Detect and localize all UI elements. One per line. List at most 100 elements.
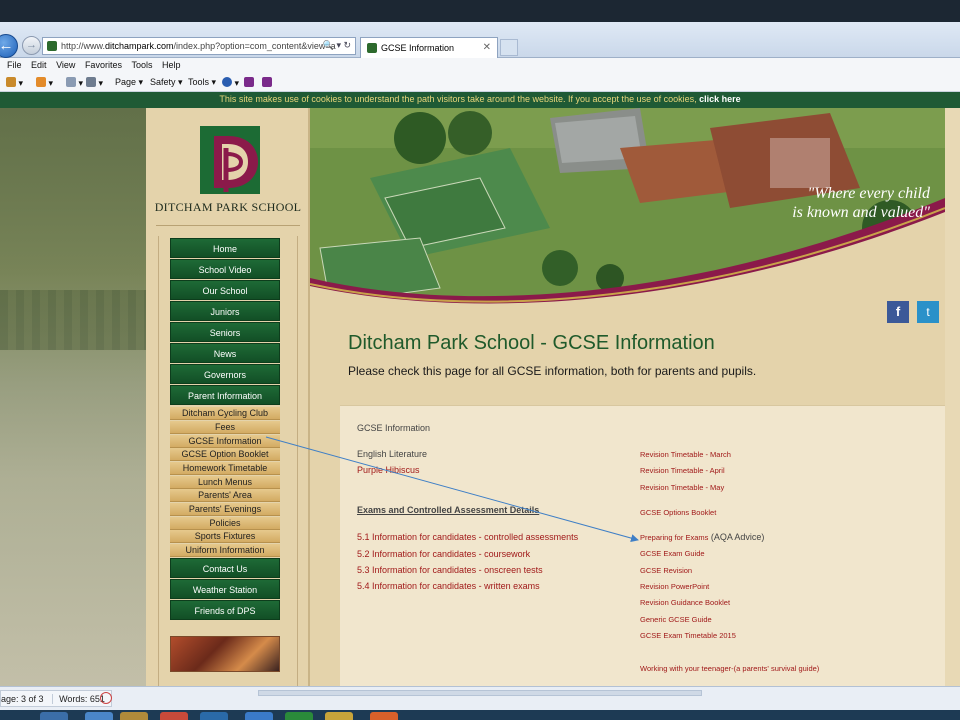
nav-our-school[interactable]: Our School	[170, 280, 280, 300]
nav-home[interactable]: Home	[170, 238, 280, 258]
logo-divider	[156, 225, 300, 226]
nav-sub-sports-fixtures[interactable]: Sports Fixtures	[170, 530, 280, 543]
cookie-banner: This site makes use of cookies to unders…	[0, 92, 960, 108]
nav-juniors[interactable]: Juniors	[170, 301, 280, 321]
address-tools-icon[interactable]: 🔍 ▾ ↻	[323, 40, 351, 51]
exam-guide-link[interactable]: GCSE Exam Guide	[640, 549, 705, 558]
taskbar-word-icon[interactable]	[245, 712, 273, 720]
revision-may-link[interactable]: Revision Timetable - May	[640, 483, 724, 492]
taskbar-explorer-icon[interactable]	[120, 712, 148, 720]
nav-contact-us[interactable]: Contact Us	[170, 558, 280, 578]
nav-news[interactable]: News	[170, 343, 280, 363]
nav-governors[interactable]: Governors	[170, 364, 280, 384]
safety-menu[interactable]: Safety ▾	[150, 77, 183, 88]
nav-sub-policies[interactable]: Policies	[170, 517, 280, 530]
nav-sub-gcse-option-booklet[interactable]: GCSE Option Booklet	[170, 448, 280, 461]
taskbar-app-icon[interactable]	[200, 712, 228, 720]
purple-hibiscus-link[interactable]: Purple Hibiscus	[357, 465, 420, 475]
twitter-icon[interactable]: t	[917, 301, 939, 323]
nav-weather-station[interactable]: Weather Station	[170, 579, 280, 599]
gcse-revision-link[interactable]: GCSE Revision	[640, 566, 692, 575]
back-button[interactable]: ←	[0, 34, 18, 58]
taskbar-media-icon[interactable]	[160, 712, 188, 720]
school-logo-icon[interactable]	[200, 126, 260, 194]
page-right-margin	[945, 108, 960, 686]
revision-guidance-link[interactable]: Revision Guidance Booklet	[640, 598, 730, 607]
nav-seniors[interactable]: Seniors	[170, 322, 280, 342]
tab-close-icon[interactable]: ✕	[483, 42, 491, 53]
site-favicon-icon	[47, 41, 57, 51]
panel-heading: GCSE Information	[357, 423, 431, 433]
candidates-controlled-link[interactable]: 5.1 Information for candidates - control…	[357, 532, 578, 542]
menu-file[interactable]: File	[7, 60, 22, 70]
tab-gcse-information[interactable]: GCSE Information ✕	[360, 37, 498, 58]
forward-button[interactable]: →	[22, 36, 41, 55]
gcse-info-panel	[340, 405, 945, 686]
nav-sub-parents-area[interactable]: Parents' Area	[170, 489, 280, 502]
new-tab-button[interactable]	[500, 39, 518, 56]
nav-school-video[interactable]: School Video	[170, 259, 280, 279]
status-page-count: age: 3 of 3 Words: 651	[0, 690, 112, 707]
taskbar-start-icon[interactable]	[40, 712, 68, 720]
revision-march-link[interactable]: Revision Timetable - March	[640, 450, 731, 459]
nav-sub-parents-evenings[interactable]: Parents' Evenings	[170, 503, 280, 516]
english-literature-label: English Literature	[357, 449, 428, 459]
teenager-guide-link[interactable]: Working with your teenager-(a parents' s…	[640, 664, 819, 673]
menu-view[interactable]: View	[56, 60, 75, 70]
home-icon[interactable]: ▾	[6, 77, 23, 89]
preparing-exams-link[interactable]: Preparing for Exams	[640, 533, 708, 542]
print-icon[interactable]: ▾	[86, 77, 103, 89]
onenote-icon[interactable]	[244, 77, 254, 88]
hero-banner-image: "Where every child is known and valued"	[310, 108, 945, 306]
nav-sub-homework-timetable[interactable]: Homework Timetable	[170, 462, 280, 475]
facebook-icon[interactable]: f	[887, 301, 909, 323]
taskbar-folder-icon[interactable]	[325, 712, 353, 720]
menu-help[interactable]: Help	[162, 60, 181, 70]
mail-icon[interactable]: ▾	[66, 77, 83, 89]
feeds-icon[interactable]: ▾	[36, 77, 53, 89]
tools-menu[interactable]: Tools ▾	[188, 77, 216, 88]
candidates-onscreen-link[interactable]: 5.3 Information for candidates - onscree…	[357, 565, 543, 575]
revision-april-link[interactable]: Revision Timetable - April	[640, 466, 725, 475]
nav-friends-of-dps[interactable]: Friends of DPS	[170, 600, 280, 620]
options-booklet-link[interactable]: GCSE Options Booklet	[640, 508, 716, 517]
help-icon[interactable]: ▾	[222, 77, 239, 89]
school-name: Ditcham Park School	[154, 200, 302, 214]
taskbar-ie-icon[interactable]	[85, 712, 113, 720]
page-subtitle: Please check this page for all GCSE info…	[348, 364, 757, 378]
nav-sub-fees[interactable]: Fees	[170, 421, 280, 434]
cookie-accept-link[interactable]: click here	[699, 94, 741, 104]
status-scroll-tab[interactable]	[258, 690, 702, 696]
menu-favorites[interactable]: Favorites	[85, 60, 122, 70]
exams-heading: Exams and Controlled Assessment Details	[357, 505, 540, 515]
background-trees	[0, 290, 146, 350]
proofing-icon[interactable]	[100, 692, 112, 704]
page-title: Ditcham Park School - GCSE Information	[348, 332, 715, 354]
preparing-exams-row: Preparing for Exams (AQA Advice)	[640, 532, 764, 542]
tab-favicon-icon	[367, 43, 377, 53]
menu-bar: File Edit View Favorites Tools Help	[0, 58, 960, 74]
nav-sub-lunch-menus[interactable]: Lunch Menus	[170, 476, 280, 489]
address-bar[interactable]: http://www.ditchampark.com/index.php?opt…	[42, 37, 356, 55]
nav-sub-cycling-club[interactable]: Ditcham Cycling Club	[170, 407, 280, 420]
menu-edit[interactable]: Edit	[31, 60, 47, 70]
menu-tools[interactable]: Tools	[131, 60, 152, 70]
aqa-advice-label: (AQA Advice)	[708, 532, 765, 542]
nav-sub-gcse-information[interactable]: GCSE Information	[170, 435, 280, 448]
page-menu[interactable]: Page ▾	[115, 77, 143, 88]
nav-parent-information[interactable]: Parent Information	[170, 385, 280, 405]
taskbar-excel-icon[interactable]	[285, 712, 313, 720]
school-tagline: "Where every child is known and valued"	[792, 185, 930, 221]
sports-promo-image[interactable]	[170, 636, 280, 672]
window-title-bar	[0, 0, 960, 22]
nav-sub-uniform-information[interactable]: Uniform Information	[170, 544, 280, 557]
generic-guide-link[interactable]: Generic GCSE Guide	[640, 615, 712, 624]
exam-timetable-2015-link[interactable]: GCSE Exam Timetable 2015	[640, 631, 736, 640]
candidates-written-link[interactable]: 5.4 Information for candidates - written…	[357, 581, 540, 591]
background-landscape	[0, 108, 146, 686]
command-bar: ▾ ▾ ▾ ▾ Page ▾ Safety ▾ Tools ▾ ▾	[0, 74, 960, 92]
taskbar-powerpoint-icon[interactable]	[370, 712, 398, 720]
revision-powerpoint-link[interactable]: Revision PowerPoint	[640, 582, 709, 591]
onenote-linked-icon[interactable]	[262, 77, 272, 88]
candidates-coursework-link[interactable]: 5.2 Information for candidates - coursew…	[357, 549, 530, 559]
